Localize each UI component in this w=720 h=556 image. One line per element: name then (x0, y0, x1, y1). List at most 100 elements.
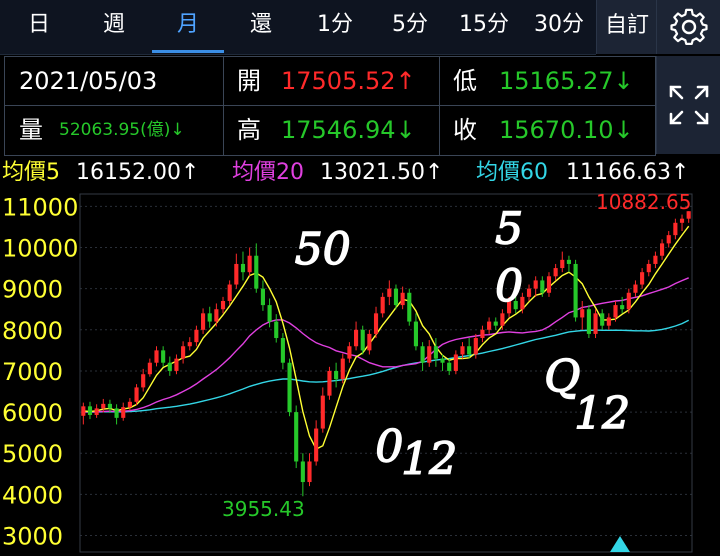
handwritten-annotation: 0 (375, 421, 403, 472)
candle (254, 255, 259, 289)
candle (640, 272, 645, 285)
tab-5min[interactable]: 5分 (374, 0, 446, 52)
y-tick-label: 9000 (2, 276, 63, 304)
candle (586, 309, 591, 334)
cursor-marker-icon (610, 536, 630, 552)
min-price-label: 3955.43 (222, 497, 305, 521)
candle (240, 263, 246, 273)
candle (161, 350, 166, 363)
candle (194, 329, 199, 343)
candle (247, 255, 252, 273)
quote-panel: 2021/05/03 開 17505.52↑ 低 15165.27↓ 量 520… (4, 56, 656, 156)
tab-day[interactable]: 日 (4, 0, 74, 52)
candle (227, 284, 232, 301)
candle (234, 263, 239, 285)
settings-button[interactable] (656, 0, 720, 54)
candle (593, 313, 598, 334)
y-tick-label: 7000 (2, 358, 63, 386)
candle (94, 408, 99, 415)
tab-1min[interactable]: 1分 (298, 0, 372, 52)
handwritten-annotation: 0 (495, 261, 523, 312)
candle (367, 333, 372, 351)
high-value: 17546.94↓ (281, 116, 416, 144)
candle (473, 338, 478, 355)
candle (613, 305, 618, 318)
candle (500, 313, 505, 326)
candle (207, 313, 212, 322)
candle (620, 305, 625, 310)
candle (260, 288, 265, 306)
low-label: 低 (453, 67, 477, 95)
candle (566, 259, 571, 264)
candle (121, 407, 126, 418)
volume-label: 量 (19, 116, 43, 144)
candle (81, 406, 86, 416)
candle (280, 338, 285, 363)
candlestick-chart[interactable]: 1100010000900080007000600050004000300010… (0, 190, 720, 556)
handwritten-annotation: 12 (401, 434, 457, 485)
gear-icon (670, 8, 708, 46)
tab-week[interactable]: 週 (78, 0, 150, 52)
candle (480, 329, 485, 339)
candle (646, 263, 651, 273)
candle (560, 259, 565, 269)
high-label: 高 (237, 116, 261, 144)
candle (453, 354, 458, 371)
candle (573, 263, 578, 318)
candle (307, 461, 312, 483)
tab-30min[interactable]: 30分 (522, 0, 596, 52)
y-tick-label: 5000 (2, 440, 63, 468)
candle (287, 362, 292, 413)
candle (354, 329, 359, 347)
period-tab-bar: 日 週 月 還 1分 5分 15分 30分 (0, 0, 596, 55)
candle (320, 395, 325, 429)
candle (533, 280, 538, 289)
candle (147, 362, 152, 375)
candle (181, 346, 186, 359)
candle (447, 362, 452, 371)
tab-month[interactable]: 月 (152, 0, 224, 52)
ma60-value: 11166.63↑ (566, 160, 690, 185)
candle (340, 358, 345, 380)
ma60-label: 均價60 (476, 160, 548, 185)
candle (487, 321, 492, 330)
candle (220, 300, 226, 310)
candle (393, 288, 399, 306)
tab-restore[interactable]: 還 (226, 0, 296, 52)
candle (107, 403, 112, 409)
fullscreen-button[interactable] (656, 56, 720, 154)
candle (606, 317, 611, 326)
close-value: 15670.10↓ (499, 116, 634, 144)
candle (87, 406, 93, 415)
y-tick-label: 3000 (2, 523, 63, 551)
open-label: 開 (237, 67, 261, 95)
tab-15min[interactable]: 15分 (446, 0, 522, 52)
candle (154, 350, 159, 363)
candle (633, 284, 638, 293)
candle (493, 321, 498, 326)
candle (666, 235, 671, 244)
volume-value: 52063.95(億)↓ (59, 120, 185, 140)
candle (274, 321, 279, 339)
handwritten-annotation: 50 (295, 224, 351, 275)
candle (460, 346, 465, 355)
ma5-value: 16152.00↑ (76, 160, 200, 185)
candle (114, 408, 119, 418)
y-tick-label: 4000 (2, 481, 63, 509)
candle (546, 276, 552, 293)
candle (407, 292, 412, 322)
candle (400, 292, 405, 306)
candle (334, 370, 339, 380)
ma5-label: 均價5 (2, 160, 60, 185)
candle (673, 222, 678, 236)
candle (440, 358, 445, 363)
candle (187, 342, 192, 347)
candle (553, 268, 558, 277)
expand-icon (669, 85, 709, 125)
y-tick-label: 10000 (2, 234, 78, 262)
max-price-label: 10882.65 (596, 190, 691, 214)
candle (526, 288, 532, 297)
candle (580, 309, 585, 318)
moving-average-legend: 均價5 16152.00↑ 均價20 13021.50↑ 均價60 11166.… (0, 156, 720, 190)
custom-button[interactable]: 自訂 (596, 0, 657, 54)
